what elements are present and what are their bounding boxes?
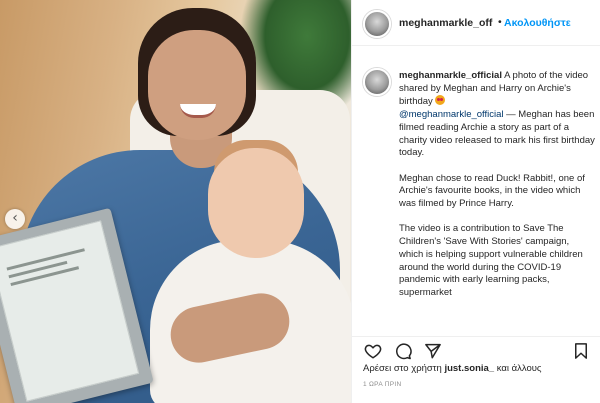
caption-text: meghanmarkle_official A photo of the vid… [399,70,595,312]
bookmark-icon[interactable] [572,342,590,360]
caption-author[interactable]: meghanmarkle_official [399,70,502,81]
liker-username[interactable]: just.sonia_ [444,363,494,374]
follow-button[interactable]: Ακολουθήστε [504,17,571,29]
post-sidebar: meghanmarkle_off • Ακολουθήστε meghanmar… [351,0,600,403]
avatar[interactable] [363,10,391,38]
likes-others[interactable]: και άλλους [494,363,542,374]
caption: meghanmarkle_official A photo of the vid… [352,46,600,336]
comment-icon[interactable] [394,342,412,360]
book-page [0,220,140,402]
chevron-left-icon[interactable]: ‹ [5,209,25,229]
baby-head [208,148,304,258]
caption-paragraph: Meghan chose to read Duck! Rabbit!, one … [399,172,585,210]
caption-avatar[interactable] [363,68,391,96]
action-bar [352,336,600,362]
post-header: meghanmarkle_off • Ακολουθήστε [352,0,600,46]
author-username[interactable]: meghanmarkle_off [399,17,492,29]
likes-summary: Αρέσει στο χρήστη just.sonia_ και άλλους [363,363,542,374]
separator-dot: • [498,16,502,28]
caption-paragraph: meghanmarkle_official A photo of the vid… [399,70,595,160]
heart-icon[interactable] [364,342,382,360]
caption-paragraph: The video is a contribution to Save The … [399,223,583,298]
woman-face [148,30,246,140]
paper-plane-icon[interactable] [424,342,442,360]
likes-prefix: Αρέσει στο χρήστη [363,363,445,374]
post-timestamp[interactable]: 1 ΩΡΑ ΠΡΙΝ [363,381,401,388]
mention-link[interactable]: @meghanmarkle_official [399,109,504,120]
heart-eyes-emoji [435,95,446,106]
post-photo[interactable]: ‹ [0,0,351,403]
